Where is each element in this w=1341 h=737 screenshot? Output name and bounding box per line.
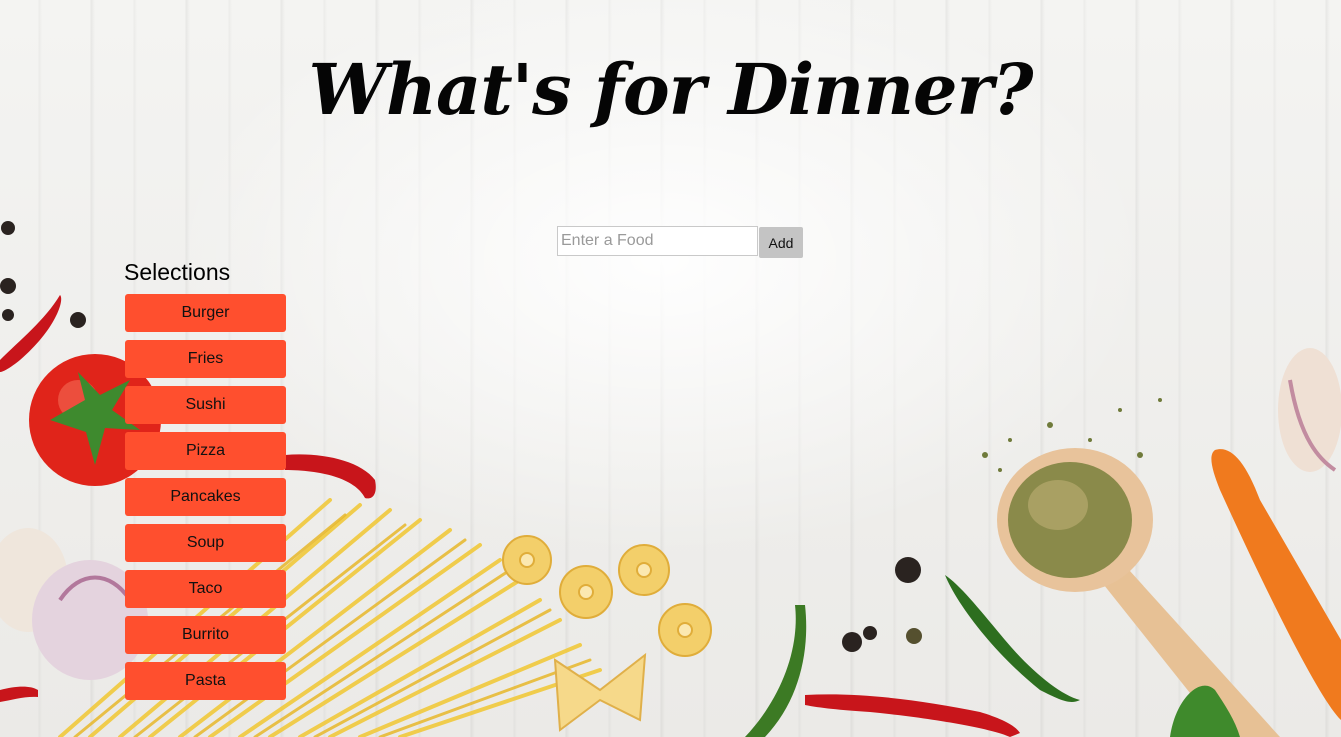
selections-heading: Selections xyxy=(124,259,231,285)
farfalle-pasta-image xyxy=(553,652,647,732)
selection-item-burrito[interactable]: Burrito xyxy=(125,616,286,654)
selection-item-taco[interactable]: Taco xyxy=(125,570,286,608)
selection-item-soup[interactable]: Soup xyxy=(125,524,286,562)
selection-item-pizza[interactable]: Pizza xyxy=(125,432,286,470)
red-chili-image-4 xyxy=(805,694,1020,737)
rotelle-pasta-image xyxy=(502,535,712,657)
food-input[interactable] xyxy=(557,226,758,256)
selection-list: Burger Fries Sushi Pizza Pancakes Soup T… xyxy=(124,294,286,700)
red-chili-image xyxy=(0,295,62,372)
selection-item-pasta[interactable]: Pasta xyxy=(125,662,286,700)
selections-panel: Selections Burger Fries Sushi Pizza Panc… xyxy=(124,258,286,708)
green-chili-image-2 xyxy=(745,605,807,737)
selection-item-sushi[interactable]: Sushi xyxy=(125,386,286,424)
red-chili-image-2 xyxy=(285,454,376,499)
selection-item-burger[interactable]: Burger xyxy=(125,294,286,332)
selection-item-fries[interactable]: Fries xyxy=(125,340,286,378)
add-button[interactable]: Add xyxy=(759,227,803,258)
green-chili-image xyxy=(945,575,1080,702)
selection-item-pancakes[interactable]: Pancakes xyxy=(125,478,286,516)
add-food-form: Add xyxy=(557,226,803,258)
orange-pepper-image xyxy=(1211,449,1341,720)
red-chili-image-3 xyxy=(0,686,38,702)
page-title: What's for Dinner? xyxy=(308,48,1034,131)
